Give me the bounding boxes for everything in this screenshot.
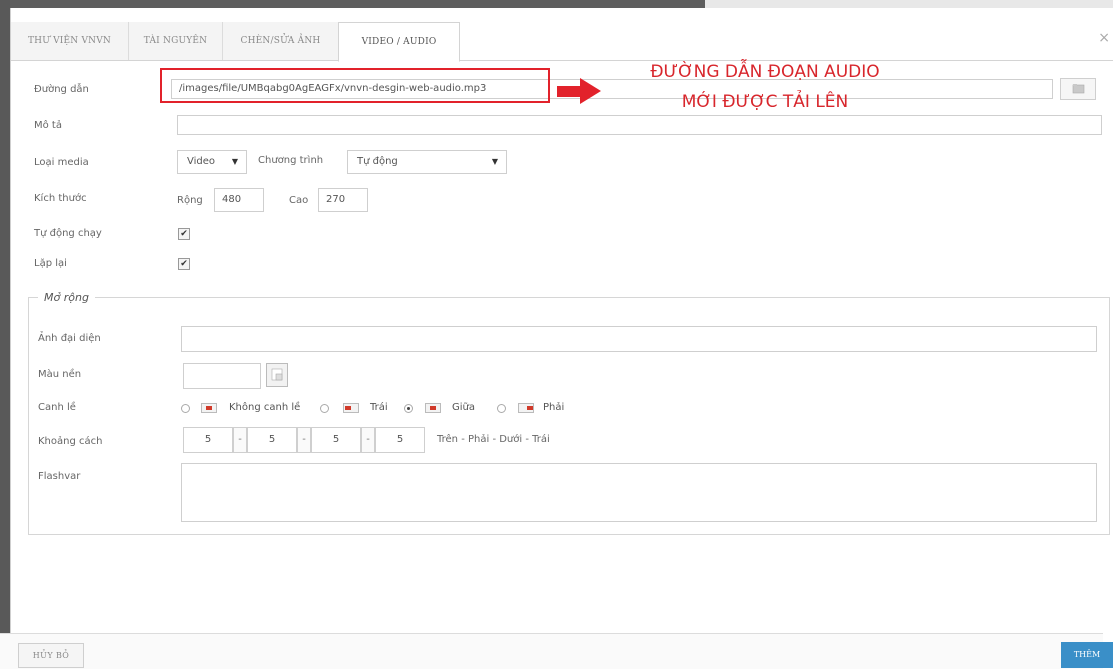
- tab-video-audio[interactable]: VIDEO / AUDIO: [338, 22, 460, 62]
- height-label: Cao: [289, 195, 309, 206]
- color-picker-button[interactable]: [266, 363, 288, 387]
- align-none-radio[interactable]: [181, 404, 190, 413]
- cancel-button[interactable]: HỦY BỎ: [18, 643, 84, 668]
- spacing-top-input[interactable]: 5: [183, 427, 233, 453]
- folder-icon: [1072, 84, 1085, 94]
- dialog-footer: [0, 633, 1103, 669]
- palette-icon: [271, 368, 283, 381]
- align-right-label: Phải: [543, 402, 565, 413]
- align-center-radio[interactable]: [404, 404, 413, 413]
- program-select[interactable]: Tự động ▼: [347, 150, 507, 174]
- flashvar-label: Flashvar: [38, 471, 81, 482]
- align-left-icon: [343, 403, 359, 413]
- browse-button[interactable]: [1060, 78, 1096, 100]
- height-input[interactable]: 270: [318, 188, 368, 212]
- autoplay-checkbox[interactable]: ✔: [178, 228, 190, 240]
- spacing-label: Khoảng cách: [38, 436, 103, 447]
- window-left-edge: [0, 0, 10, 668]
- tab-insert-edit-image[interactable]: CHÈN/SỬA ẢNH: [223, 22, 339, 60]
- flashvar-textarea[interactable]: [181, 463, 1097, 522]
- tab-resources[interactable]: TÀI NGUYÊN: [129, 22, 223, 60]
- autoplay-label: Tự động chạy: [34, 228, 102, 239]
- bgcolor-label: Màu nền: [38, 369, 82, 380]
- program-label: Chương trình: [258, 155, 324, 166]
- width-input[interactable]: 480: [214, 188, 264, 212]
- highlight-frame: [160, 68, 550, 103]
- loop-label: Lặp lại: [34, 258, 67, 269]
- spacing-left-input[interactable]: 5: [375, 427, 425, 453]
- align-label: Canh lề: [38, 402, 76, 413]
- thumbnail-label: Ảnh đại diện: [38, 333, 101, 344]
- arrow-right-icon: [557, 78, 601, 104]
- annotation-line-2: MỚI ĐƯỢC TẢI LÊN: [681, 92, 849, 112]
- extended-legend: Mở rộng: [38, 291, 95, 304]
- spacing-hint: Trên - Phải - Dưới - Trái: [437, 434, 550, 445]
- align-left-label: Trái: [370, 402, 388, 413]
- size-label: Kích thước: [34, 193, 87, 204]
- spacing-separator: -: [361, 427, 375, 453]
- media-type-value: Video: [187, 156, 216, 167]
- align-none-label: Không canh lề: [229, 402, 301, 413]
- add-button[interactable]: THÊM: [1061, 642, 1113, 668]
- align-right-radio[interactable]: [497, 404, 506, 413]
- chevron-down-icon: ▼: [491, 157, 498, 166]
- align-none-icon: [201, 403, 217, 413]
- tab-library[interactable]: THƯ VIỆN VNVN: [11, 22, 129, 60]
- width-label: Rộng: [177, 195, 203, 206]
- description-label: Mô tả: [34, 120, 62, 131]
- loop-checkbox[interactable]: ✔: [178, 258, 190, 270]
- align-right-icon: [518, 403, 534, 413]
- program-value: Tự động: [357, 156, 398, 167]
- window-backdrop-dark: [0, 0, 705, 8]
- bgcolor-input[interactable]: [183, 363, 261, 389]
- chevron-down-icon: ▼: [231, 157, 238, 166]
- tab-bar: THƯ VIỆN VNVN TÀI NGUYÊN CHÈN/SỬA ẢNH VI…: [11, 22, 1113, 62]
- media-type-label: Loại media: [34, 157, 89, 168]
- spacing-separator: -: [233, 427, 247, 453]
- align-left-radio[interactable]: [320, 404, 329, 413]
- spacing-separator: -: [297, 427, 311, 453]
- media-type-select[interactable]: Video ▼: [177, 150, 247, 174]
- description-input[interactable]: [177, 115, 1102, 135]
- path-label: Đường dẫn: [34, 84, 89, 95]
- annotation-line-1: ĐƯỜNG DẪN ĐOẠN AUDIO: [650, 62, 880, 82]
- align-center-icon: [425, 403, 441, 413]
- spacing-right-input[interactable]: 5: [247, 427, 297, 453]
- align-center-label: Giữa: [452, 402, 475, 413]
- close-icon[interactable]: ×: [1098, 30, 1110, 46]
- thumbnail-input[interactable]: [181, 326, 1097, 352]
- spacing-bottom-input[interactable]: 5: [311, 427, 361, 453]
